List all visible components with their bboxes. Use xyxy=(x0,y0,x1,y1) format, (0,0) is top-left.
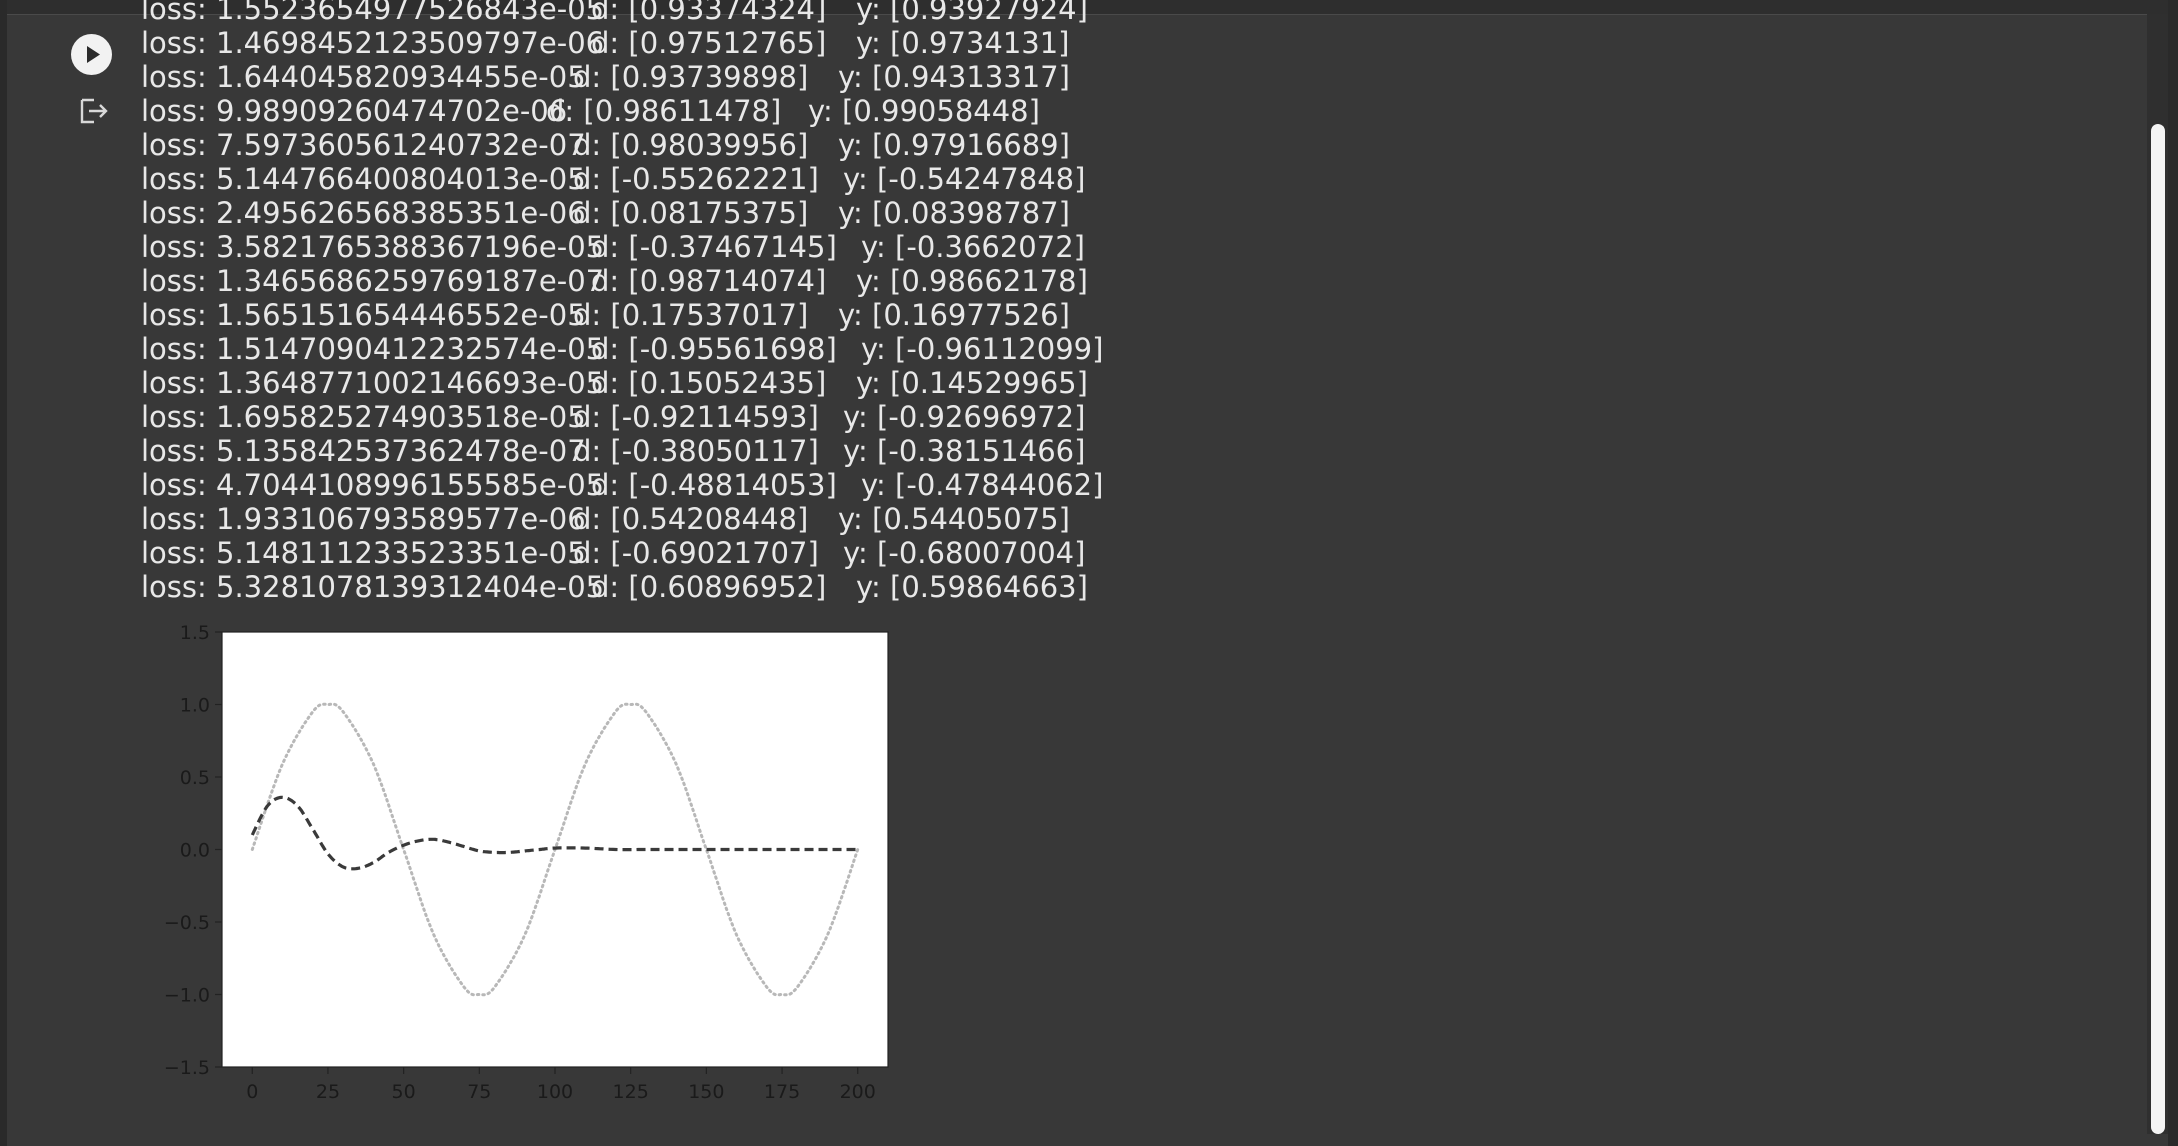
log-loss-text: loss: 1.695825274903518e-05 xyxy=(141,400,586,434)
play-icon xyxy=(87,46,100,63)
log-y-text: y: [-0.3662072] xyxy=(861,230,1085,264)
log-loss-text: loss: 1.644045820934455e-05 xyxy=(141,60,586,94)
log-line: loss: 1.5147090412232574e-05d: [-0.95561… xyxy=(141,332,1103,366)
log-d-text: d: [-0.38050117] xyxy=(573,434,819,468)
log-loss-text: loss: 2.495626568385351e-06 xyxy=(141,196,586,230)
log-d-text: d: [-0.55262221] xyxy=(573,162,819,196)
log-line: loss: 1.933106793589577e-06d: [0.5420844… xyxy=(141,502,1103,536)
log-d-text: d: [0.17537017] xyxy=(573,298,809,332)
log-y-text: y: [0.9734131] xyxy=(856,26,1070,60)
log-d-text: d: [0.15052435] xyxy=(591,366,827,400)
notebook-window: loss: 1.5523654977526843e-05d: [0.933743… xyxy=(0,0,2178,1146)
y-tick-label: 1.0 xyxy=(180,695,210,717)
x-tick-label: 125 xyxy=(613,1081,649,1103)
log-line: loss: 1.644045820934455e-05d: [0.9373989… xyxy=(141,60,1103,94)
left-edge xyxy=(0,0,7,1146)
x-tick-label: 175 xyxy=(764,1081,800,1103)
output-plot: 1.5 1.0 0.5 0.0 −0.5 −1.0 −1.5 0 25 50 75 100 125 150… xyxy=(140,620,920,1110)
log-y-text: y: [-0.54247848] xyxy=(843,162,1086,196)
log-y-text: y: [-0.47844062] xyxy=(861,468,1104,502)
log-d-text: d: [-0.69021707] xyxy=(573,536,819,570)
log-d-text: d: [-0.95561698] xyxy=(591,332,837,366)
output-redirect-icon xyxy=(80,98,108,124)
log-line: loss: 9.98909260474702e-06d: [0.98611478… xyxy=(141,94,1103,128)
log-line: loss: 5.148111233523351e-05d: [-0.690217… xyxy=(141,536,1103,570)
y-tick-label: −1.0 xyxy=(164,985,210,1007)
log-line: loss: 7.597360561240732e-07d: [0.9803995… xyxy=(141,128,1103,162)
run-cell-button[interactable] xyxy=(71,34,112,75)
x-tick-label: 0 xyxy=(246,1081,258,1103)
log-loss-text: loss: 5.135842537362478e-07 xyxy=(141,434,586,468)
log-y-text: y: [0.16977526] xyxy=(838,298,1070,332)
log-loss-text: loss: 1.933106793589577e-06 xyxy=(141,502,586,536)
log-loss-text: loss: 9.98909260474702e-06 xyxy=(141,94,568,128)
log-loss-text: loss: 1.3648771002146693e-05 xyxy=(141,366,605,400)
log-loss-text: loss: 4.7044108996155585e-05 xyxy=(141,468,605,502)
y-tick-label: 1.5 xyxy=(180,622,210,644)
log-y-text: y: [0.08398787] xyxy=(838,196,1070,230)
log-y-text: y: [0.93927924] xyxy=(856,0,1088,26)
log-line: loss: 5.135842537362478e-07d: [-0.380501… xyxy=(141,434,1103,468)
log-loss-text: loss: 5.3281078139312404e-05 xyxy=(141,570,605,604)
cell-output-log: loss: 1.5523654977526843e-05d: [0.933743… xyxy=(141,0,1103,604)
log-line: loss: 1.5523654977526843e-05d: [0.933743… xyxy=(141,0,1103,26)
log-loss-text: loss: 1.4698452123509797e-06 xyxy=(141,26,605,60)
log-line: loss: 5.3281078139312404e-05d: [0.608969… xyxy=(141,570,1103,604)
log-line: loss: 1.565151654446552e-05d: [0.1753701… xyxy=(141,298,1103,332)
log-d-text: d: [0.98714074] xyxy=(591,264,827,298)
y-tick-label: −1.5 xyxy=(164,1057,210,1079)
y-tick-label: −0.5 xyxy=(164,912,210,934)
log-line: loss: 3.5821765388367196e-05d: [-0.37467… xyxy=(141,230,1103,264)
x-tick-label: 100 xyxy=(537,1081,573,1103)
log-loss-text: loss: 5.148111233523351e-05 xyxy=(141,536,586,570)
log-line: loss: 1.3648771002146693e-05d: [0.150524… xyxy=(141,366,1103,400)
log-d-text: d: [0.54208448] xyxy=(573,502,809,536)
log-d-text: d: [-0.48814053] xyxy=(591,468,837,502)
output-action-button[interactable] xyxy=(78,94,112,128)
log-d-text: d: [-0.37467145] xyxy=(591,230,837,264)
log-d-text: d: [0.97512765] xyxy=(591,26,827,60)
log-y-text: y: [-0.96112099] xyxy=(861,332,1104,366)
log-d-text: d: [0.98611478] xyxy=(546,94,782,128)
y-tick-label: 0.0 xyxy=(180,840,210,862)
log-y-text: y: [0.99058448] xyxy=(808,94,1040,128)
log-y-text: y: [-0.92696972] xyxy=(843,400,1086,434)
log-loss-text: loss: 1.5523654977526843e-05 xyxy=(141,0,605,26)
log-line: loss: 1.4698452123509797e-06d: [0.975127… xyxy=(141,26,1103,60)
log-loss-text: loss: 1.565151654446552e-05 xyxy=(141,298,586,332)
log-y-text: y: [0.94313317] xyxy=(838,60,1070,94)
log-y-text: y: [0.98662178] xyxy=(856,264,1088,298)
log-line: loss: 1.695825274903518e-05d: [-0.921145… xyxy=(141,400,1103,434)
log-loss-text: loss: 3.5821765388367196e-05 xyxy=(141,230,605,264)
log-d-text: d: [0.60896952] xyxy=(591,570,827,604)
log-y-text: y: [0.97916689] xyxy=(838,128,1070,162)
right-edge xyxy=(2168,0,2178,1146)
log-loss-text: loss: 7.597360561240732e-07 xyxy=(141,128,586,162)
log-loss-text: loss: 5.144766400804013e-05 xyxy=(141,162,586,196)
x-tick-label: 150 xyxy=(688,1081,724,1103)
log-d-text: d: [0.98039956] xyxy=(573,128,809,162)
x-tick-label: 50 xyxy=(392,1081,416,1103)
log-line: loss: 2.495626568385351e-06d: [0.0817537… xyxy=(141,196,1103,230)
log-line: loss: 5.144766400804013e-05d: [-0.552622… xyxy=(141,162,1103,196)
log-d-text: d: [0.08175375] xyxy=(573,196,809,230)
log-y-text: y: [0.54405075] xyxy=(838,502,1070,536)
log-line: loss: 1.3465686259769187e-07d: [0.987140… xyxy=(141,264,1103,298)
log-y-text: y: [-0.68007004] xyxy=(843,536,1086,570)
log-d-text: d: [0.93374324] xyxy=(591,0,827,26)
log-loss-text: loss: 1.5147090412232574e-05 xyxy=(141,332,605,366)
y-tick-label: 0.5 xyxy=(180,767,210,789)
x-tick-label: 200 xyxy=(840,1081,876,1103)
log-y-text: y: [0.14529965] xyxy=(856,366,1088,400)
log-d-text: d: [-0.92114593] xyxy=(573,400,819,434)
log-loss-text: loss: 1.3465686259769187e-07 xyxy=(141,264,605,298)
line-chart: 1.5 1.0 0.5 0.0 −0.5 −1.0 −1.5 0 25 50 75 100 125 150… xyxy=(164,622,889,1103)
log-y-text: y: [0.59864663] xyxy=(856,570,1088,604)
scrollbar-thumb[interactable] xyxy=(2151,124,2165,1134)
x-tick-label: 25 xyxy=(316,1081,340,1103)
log-line: loss: 4.7044108996155585e-05d: [-0.48814… xyxy=(141,468,1103,502)
log-d-text: d: [0.93739898] xyxy=(573,60,809,94)
log-y-text: y: [-0.38151466] xyxy=(843,434,1086,468)
x-tick-label: 75 xyxy=(467,1081,491,1103)
